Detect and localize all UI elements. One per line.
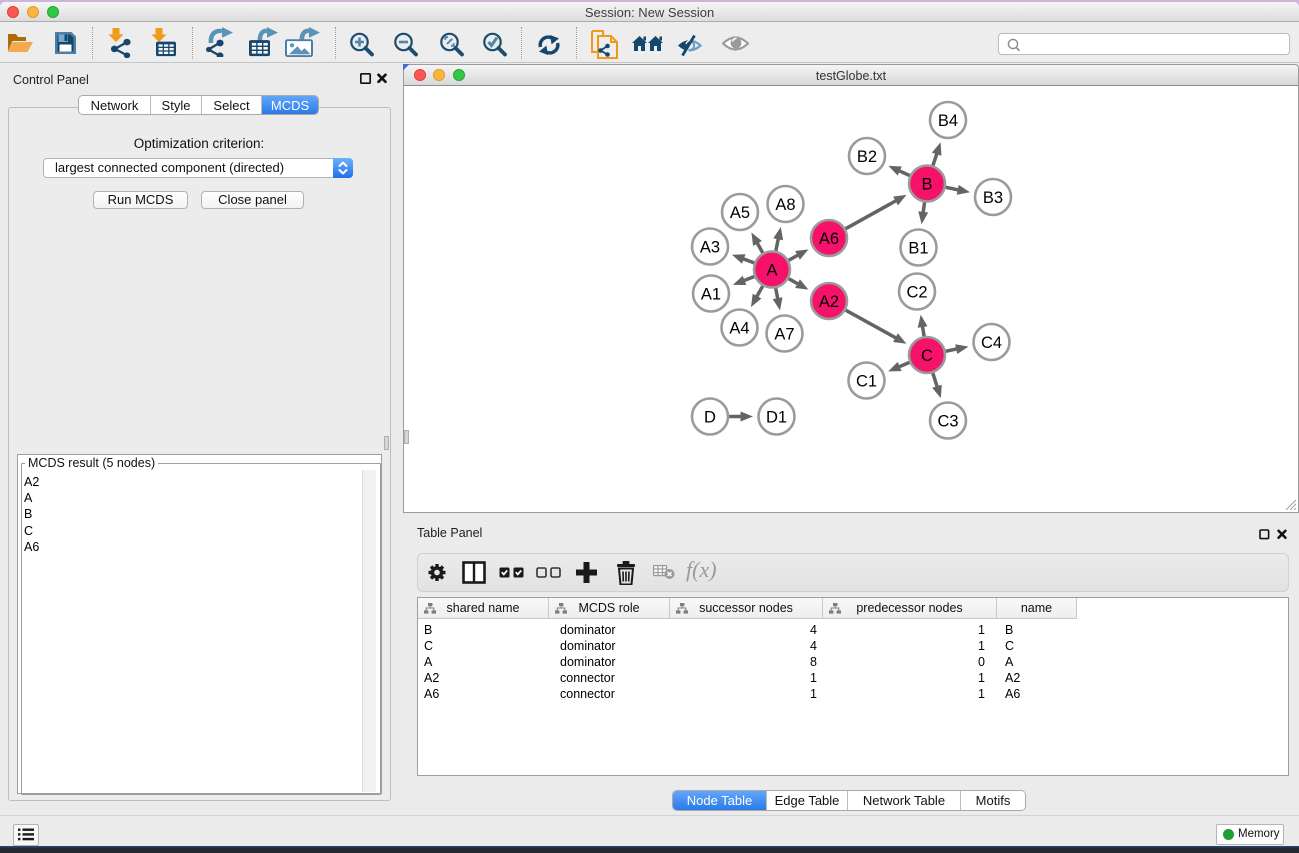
svg-text:A6: A6 (819, 230, 839, 248)
svg-text:B: B (921, 175, 932, 193)
svg-text:A5: A5 (730, 204, 750, 222)
svg-text:C2: C2 (906, 283, 927, 301)
svg-text:B2: B2 (857, 148, 877, 166)
svg-text:A: A (766, 261, 777, 279)
svg-text:C4: C4 (981, 334, 1002, 352)
svg-text:A8: A8 (775, 196, 795, 214)
svg-text:B1: B1 (908, 239, 928, 257)
svg-text:D: D (704, 408, 716, 426)
svg-text:A7: A7 (774, 325, 794, 343)
svg-text:A1: A1 (701, 285, 721, 303)
svg-text:B4: B4 (938, 112, 958, 130)
svg-text:C3: C3 (937, 412, 958, 430)
svg-text:B3: B3 (983, 189, 1003, 207)
svg-text:C: C (921, 347, 933, 365)
svg-text:D1: D1 (766, 408, 787, 426)
svg-text:A2: A2 (819, 293, 839, 311)
svg-text:C1: C1 (856, 372, 877, 390)
svg-text:A4: A4 (729, 319, 749, 337)
svg-text:A3: A3 (700, 238, 720, 256)
